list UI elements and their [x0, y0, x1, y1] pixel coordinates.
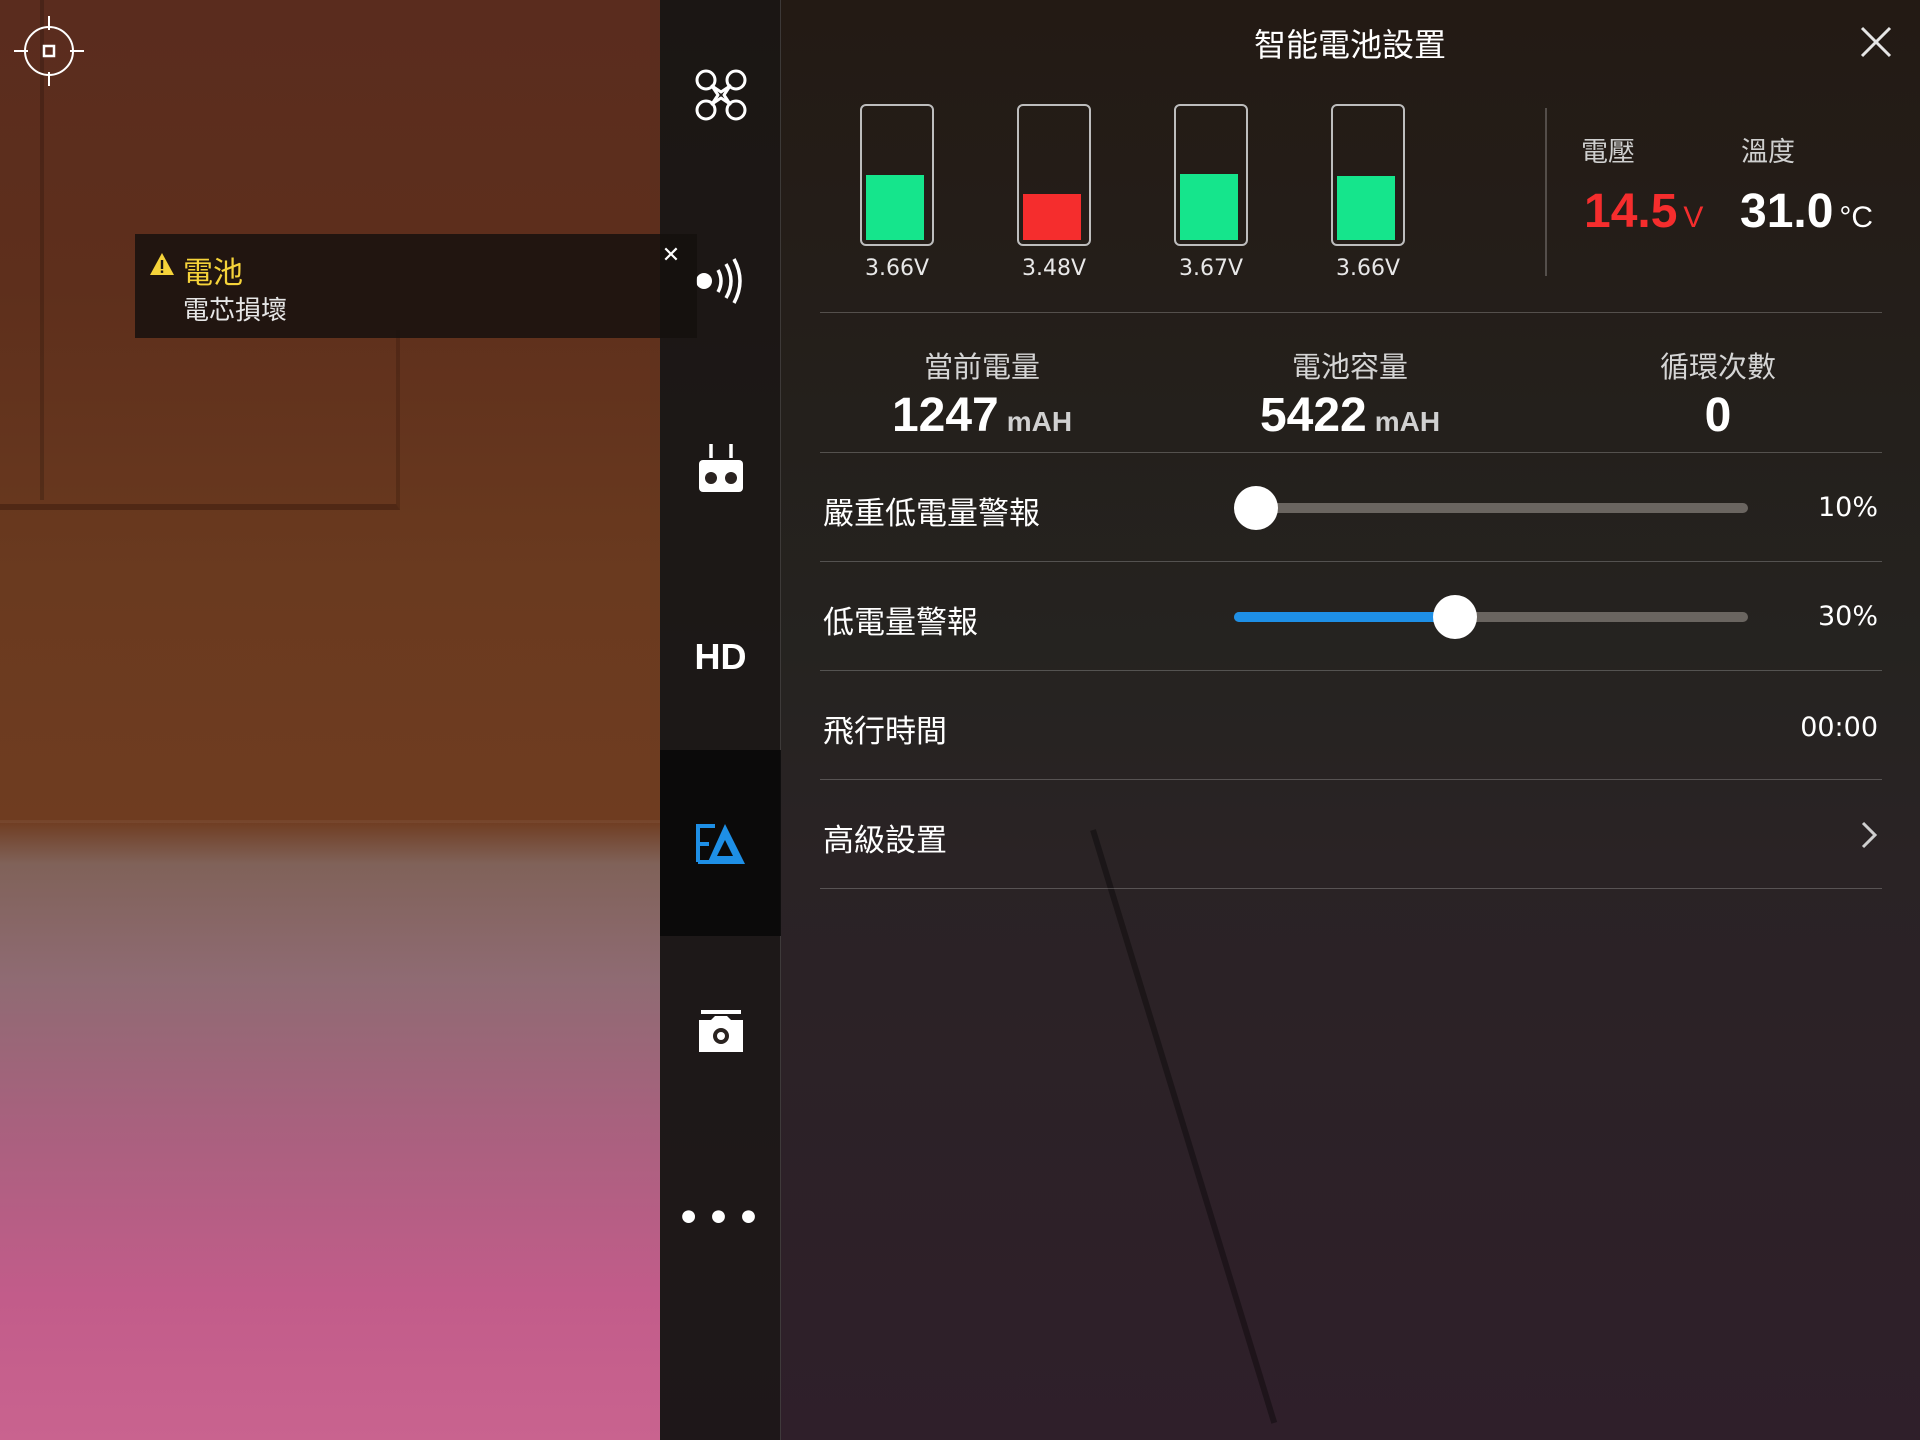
more-settings-tab[interactable]: ••• — [660, 1164, 781, 1274]
divider — [820, 670, 1882, 671]
page-title: 智能電池設置 — [1253, 26, 1446, 64]
crosshair-icon[interactable] — [12, 14, 86, 88]
cell-level — [866, 175, 924, 240]
warning-icon — [150, 253, 174, 275]
door-panel — [0, 330, 400, 510]
temperature-label: 溫度 — [1741, 137, 1795, 168]
current-charge-block: 當前電量 1247 mAH — [822, 344, 1142, 443]
voltage-value: 14.5 — [1584, 185, 1678, 238]
divider — [820, 888, 1882, 889]
voltage-label: 電壓 — [1581, 137, 1635, 168]
current-charge-readout: 1247 mAH — [822, 388, 1142, 443]
flight-time-value: 00:00 — [1800, 712, 1878, 743]
temperature-value: 31.0 — [1740, 185, 1834, 238]
remote-controller-tab[interactable] — [660, 414, 781, 524]
voltage-unit: V — [1683, 201, 1704, 234]
advanced-settings-row[interactable]: 高級設置 — [823, 815, 947, 860]
divider — [1545, 108, 1547, 276]
hd-video-tab[interactable]: HD — [660, 602, 781, 712]
critical-low-slider[interactable] — [1234, 486, 1748, 530]
more-icon: ••• — [675, 1193, 766, 1244]
critical-low-label: 嚴重低電量警報 — [823, 496, 1040, 532]
low-battery-slider-handle[interactable] — [1433, 595, 1478, 639]
aircraft-settings-tab[interactable] — [660, 40, 781, 150]
settings-icon-strip: HD ••• — [660, 0, 781, 1440]
cell-level — [1337, 176, 1395, 240]
battery-tab[interactable] — [660, 750, 781, 936]
battery-cell-4 — [1331, 104, 1405, 246]
close-icon[interactable] — [1856, 22, 1896, 62]
camera-icon — [698, 1010, 743, 1052]
divider — [820, 452, 1882, 453]
warning-title: 電池 — [183, 256, 243, 291]
temperature-readout: 31.0 °C — [1740, 184, 1873, 239]
signal-icon — [695, 258, 742, 304]
cell-4-voltage: 3.66V — [1335, 256, 1401, 281]
remote-controller-icon — [698, 444, 743, 492]
current-charge-value: 1247 — [891, 389, 999, 442]
cycles-label: 循環次數 — [1659, 350, 1776, 384]
advanced-settings-label: 高級設置 — [823, 823, 947, 859]
warning-message: 電芯損壞 — [183, 296, 288, 326]
low-battery-label: 低電量警報 — [823, 605, 978, 641]
capacity-block: 電池容量 5422 mAH — [1190, 344, 1510, 443]
capacity-readout: 5422 mAH — [1190, 388, 1510, 443]
floor-crack — [1090, 829, 1278, 1424]
battery-settings-icon — [695, 824, 745, 864]
voltage-readout: 14.5 V — [1584, 184, 1703, 239]
drone-icon — [695, 69, 746, 121]
battery-warning-toast: 電池 電芯損壞 ✕ — [135, 234, 697, 338]
battery-cell-1 — [860, 104, 934, 246]
cell-level — [1023, 194, 1081, 240]
floor-line — [0, 820, 660, 823]
cell-2-voltage: 3.48V — [1021, 256, 1087, 281]
chevron-right-icon[interactable] — [1857, 818, 1881, 852]
camera-settings-tab[interactable] — [660, 976, 781, 1086]
cell-level — [1180, 174, 1238, 240]
low-battery-slider[interactable] — [1234, 595, 1748, 639]
flight-time-label: 飛行時間 — [823, 714, 947, 750]
divider — [820, 561, 1882, 562]
battery-cell-3 — [1174, 104, 1248, 246]
capacity-unit: mAH — [1374, 406, 1441, 437]
divider — [820, 779, 1882, 780]
capacity-value: 5422 — [1259, 389, 1367, 442]
close-warning-button[interactable]: ✕ — [659, 244, 683, 268]
hd-label: HD — [694, 636, 747, 677]
cycles-value: 0 — [1704, 389, 1732, 442]
divider — [820, 312, 1882, 313]
camera-live-view — [0, 0, 660, 1440]
temperature-unit: °C — [1839, 201, 1874, 234]
cycles-block: 循環次數 0 — [1558, 344, 1878, 443]
cell-3-voltage: 3.67V — [1178, 256, 1244, 281]
low-battery-fill — [1234, 612, 1456, 622]
current-charge-label: 當前電量 — [923, 350, 1040, 384]
capacity-label: 電池容量 — [1291, 350, 1408, 384]
critical-low-slider-handle[interactable] — [1234, 486, 1278, 530]
battery-cell-2 — [1017, 104, 1091, 246]
cell-1-voltage: 3.66V — [864, 256, 930, 281]
low-battery-value: 30% — [1817, 601, 1878, 632]
critical-low-value: 10% — [1817, 492, 1878, 523]
current-charge-unit: mAH — [1006, 406, 1073, 437]
